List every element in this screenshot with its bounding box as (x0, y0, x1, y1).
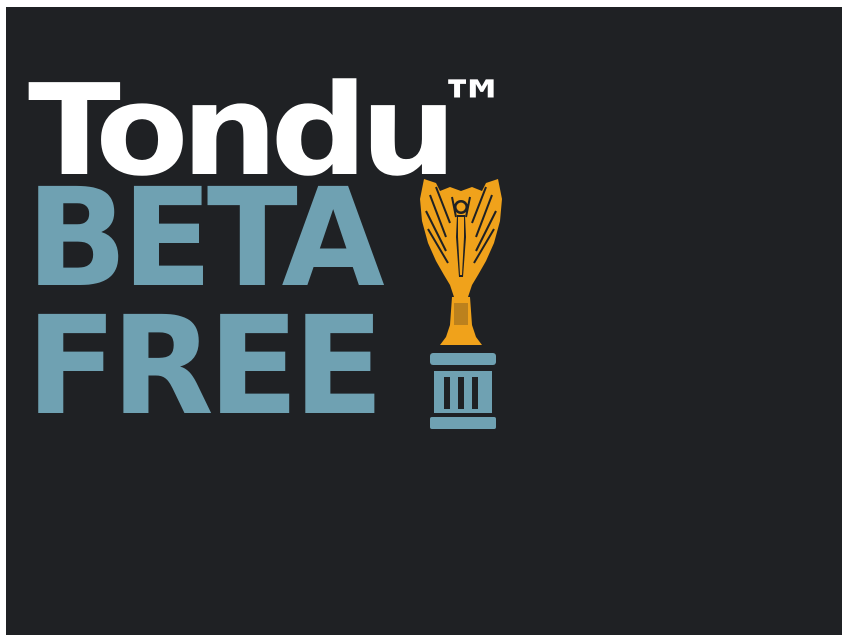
wordmark-line-beta: BETA (26, 160, 385, 318)
wordmark-line-free: FREE (26, 288, 384, 446)
trademark-symbol: ™ (438, 68, 508, 142)
poster-canvas: Tondu ™ BETA FREE (6, 7, 842, 635)
world-cup-trophy-icon (416, 177, 506, 429)
